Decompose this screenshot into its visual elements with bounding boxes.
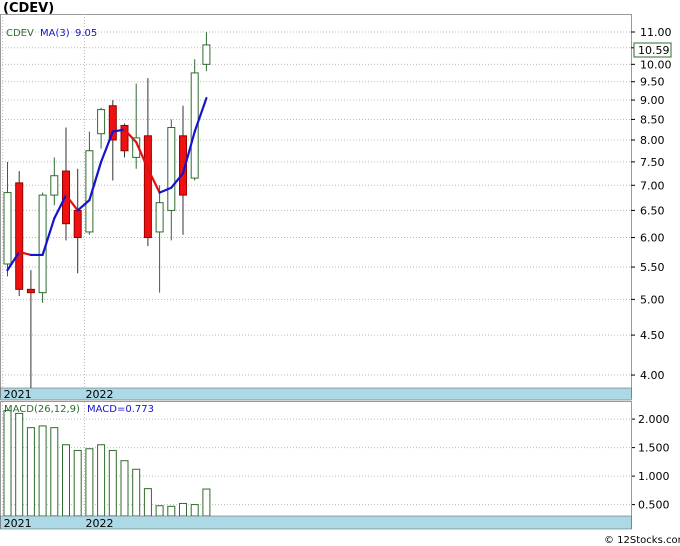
macd-panel-frame <box>0 401 632 529</box>
stock-chart: 4.00 4.50 5.00 5.50 6.00 6.50 7.00 7.50 8.00 8.50… <box>0 1 680 546</box>
price-tick-label: 4.00 <box>640 369 665 382</box>
price-tick-label: 7.00 <box>640 179 665 192</box>
macd-bar <box>38 425 47 517</box>
macd-bar <box>132 468 141 517</box>
candle-body-down <box>108 105 117 141</box>
macd-bar <box>85 448 94 517</box>
macd-bar <box>97 444 106 517</box>
candle-body-up <box>167 127 176 211</box>
candle-body-up <box>155 202 164 233</box>
macd-bar <box>155 505 164 517</box>
macd-bar <box>73 449 82 517</box>
price-tick-label: 8.00 <box>640 134 665 147</box>
price-tick-label: 5.00 <box>640 293 665 306</box>
macd-bar <box>190 504 199 517</box>
macd-bar <box>62 444 70 517</box>
price-panel-frame <box>0 14 632 398</box>
price-tick-label: 10.00 <box>640 58 672 71</box>
macd-bar <box>108 449 117 517</box>
candle-body-up <box>97 109 106 135</box>
candle-body-up <box>3 192 12 265</box>
legend-macd-value: MACD=0.773 <box>87 404 154 415</box>
price-date-label: 2021 <box>4 388 32 401</box>
macd-tick-label: 1.500 <box>638 442 670 455</box>
macd-bar <box>50 427 59 517</box>
macd-bar <box>26 427 35 517</box>
candle-body-down <box>73 209 82 239</box>
macd-axis: 0.500 1.000 1.500 2.000 <box>631 413 670 512</box>
price-tick-label: 7.50 <box>640 156 665 169</box>
macd-date-label: 2021 <box>4 517 32 530</box>
macd-gridlines <box>2 402 631 516</box>
candle-body-up <box>202 44 211 65</box>
macd-bars <box>3 410 211 517</box>
candle-body-down <box>143 135 152 239</box>
legend-ma-value: 9.05 <box>75 28 97 39</box>
macd-tick-label: 2.000 <box>638 413 670 426</box>
candle-body-down <box>15 182 24 290</box>
macd-bar <box>15 412 24 517</box>
macd-date-label: 2022 <box>86 517 114 530</box>
legend-macd-label: MACD(26,12,9) <box>4 404 80 415</box>
macd-bar <box>167 505 176 517</box>
macd-bar <box>3 410 12 517</box>
candle <box>15 171 24 296</box>
legend-symbol: CDEV <box>6 28 34 39</box>
price-tick-label: 6.00 <box>640 232 665 245</box>
candle-body-up <box>50 175 59 196</box>
candle-body-down <box>26 288 35 294</box>
price-date-label: 2022 <box>86 388 114 401</box>
macd-bar <box>202 488 211 517</box>
legend-ma-label: MA(3) <box>40 28 70 39</box>
macd-bar <box>143 488 152 517</box>
last-price-label: 10.59 <box>638 44 670 57</box>
watermark: © 12Stocks.com <box>604 535 680 546</box>
macd-bar <box>179 502 187 517</box>
price-tick-label: 4.50 <box>640 329 665 342</box>
macd-tick-label: 0.500 <box>638 499 670 512</box>
price-tick-label: 9.50 <box>640 76 665 89</box>
price-tick-label: 6.50 <box>640 204 665 217</box>
price-axis: 4.00 4.50 5.00 5.50 6.00 6.50 7.00 7.50 8.00 8.50… <box>631 26 672 382</box>
macd-bar <box>120 460 129 517</box>
chart-title: (CDEV) <box>3 1 54 16</box>
price-tick-label: 11.00 <box>640 26 672 39</box>
price-tick-label: 8.50 <box>640 113 665 126</box>
price-tick-label: 5.50 <box>640 261 665 274</box>
macd-tick-label: 1.000 <box>638 470 670 483</box>
price-tick-label: 9.00 <box>640 94 665 107</box>
candle <box>190 59 199 181</box>
